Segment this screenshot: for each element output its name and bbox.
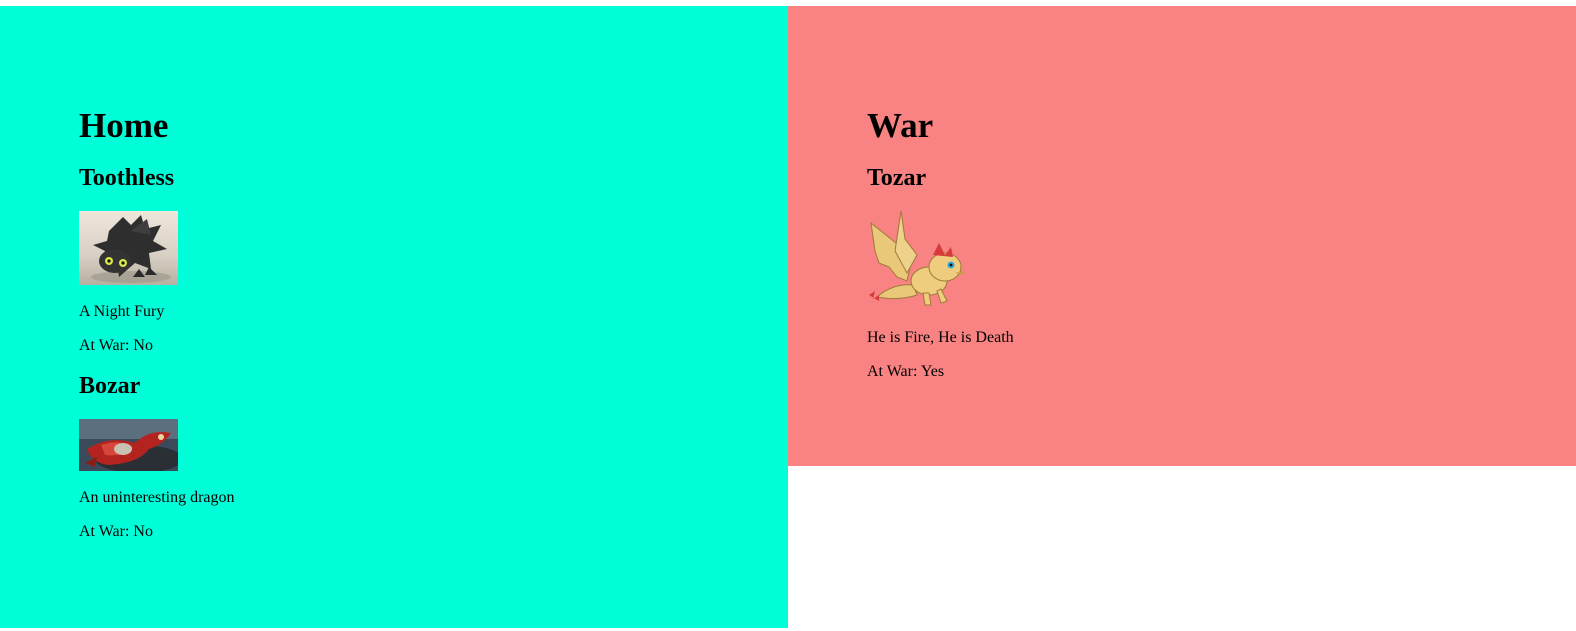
yellow-dragon-image: [869, 211, 965, 306]
dragon-name: Bozar: [79, 373, 141, 399]
war-title: War: [867, 106, 934, 145]
home-title: Home: [79, 106, 169, 145]
dragon-name: Toothless: [79, 165, 175, 191]
black-dragon-image: [79, 211, 178, 285]
at-war-status: At War: No: [79, 523, 153, 540]
dragon-description: An uninteresting dragon: [79, 489, 235, 506]
dragon-card-toothless: Toothless A Night Fury At War: No: [79, 164, 788, 355]
dragon-name: Tozar: [867, 165, 927, 191]
war-panel: War Tozar He is Fire, He is Death At War…: [788, 6, 1576, 466]
at-war-status: At War: No: [79, 337, 153, 354]
home-panel: Home Toothless A Night Fury At War: No B…: [0, 6, 788, 628]
red-dragon-image: [79, 419, 178, 471]
dragon-description: A Night Fury: [79, 303, 165, 320]
dragon-description: He is Fire, He is Death: [867, 329, 1014, 346]
at-war-status: At War: Yes: [867, 363, 945, 380]
app-root: Home Toothless A Night Fury At War: No B…: [0, 6, 1576, 631]
dragon-card-tozar: Tozar He is Fire, He is Death At War: Ye…: [867, 164, 1576, 381]
dragon-card-bozar: Bozar An uninteresting dragon At War: No: [79, 372, 788, 541]
